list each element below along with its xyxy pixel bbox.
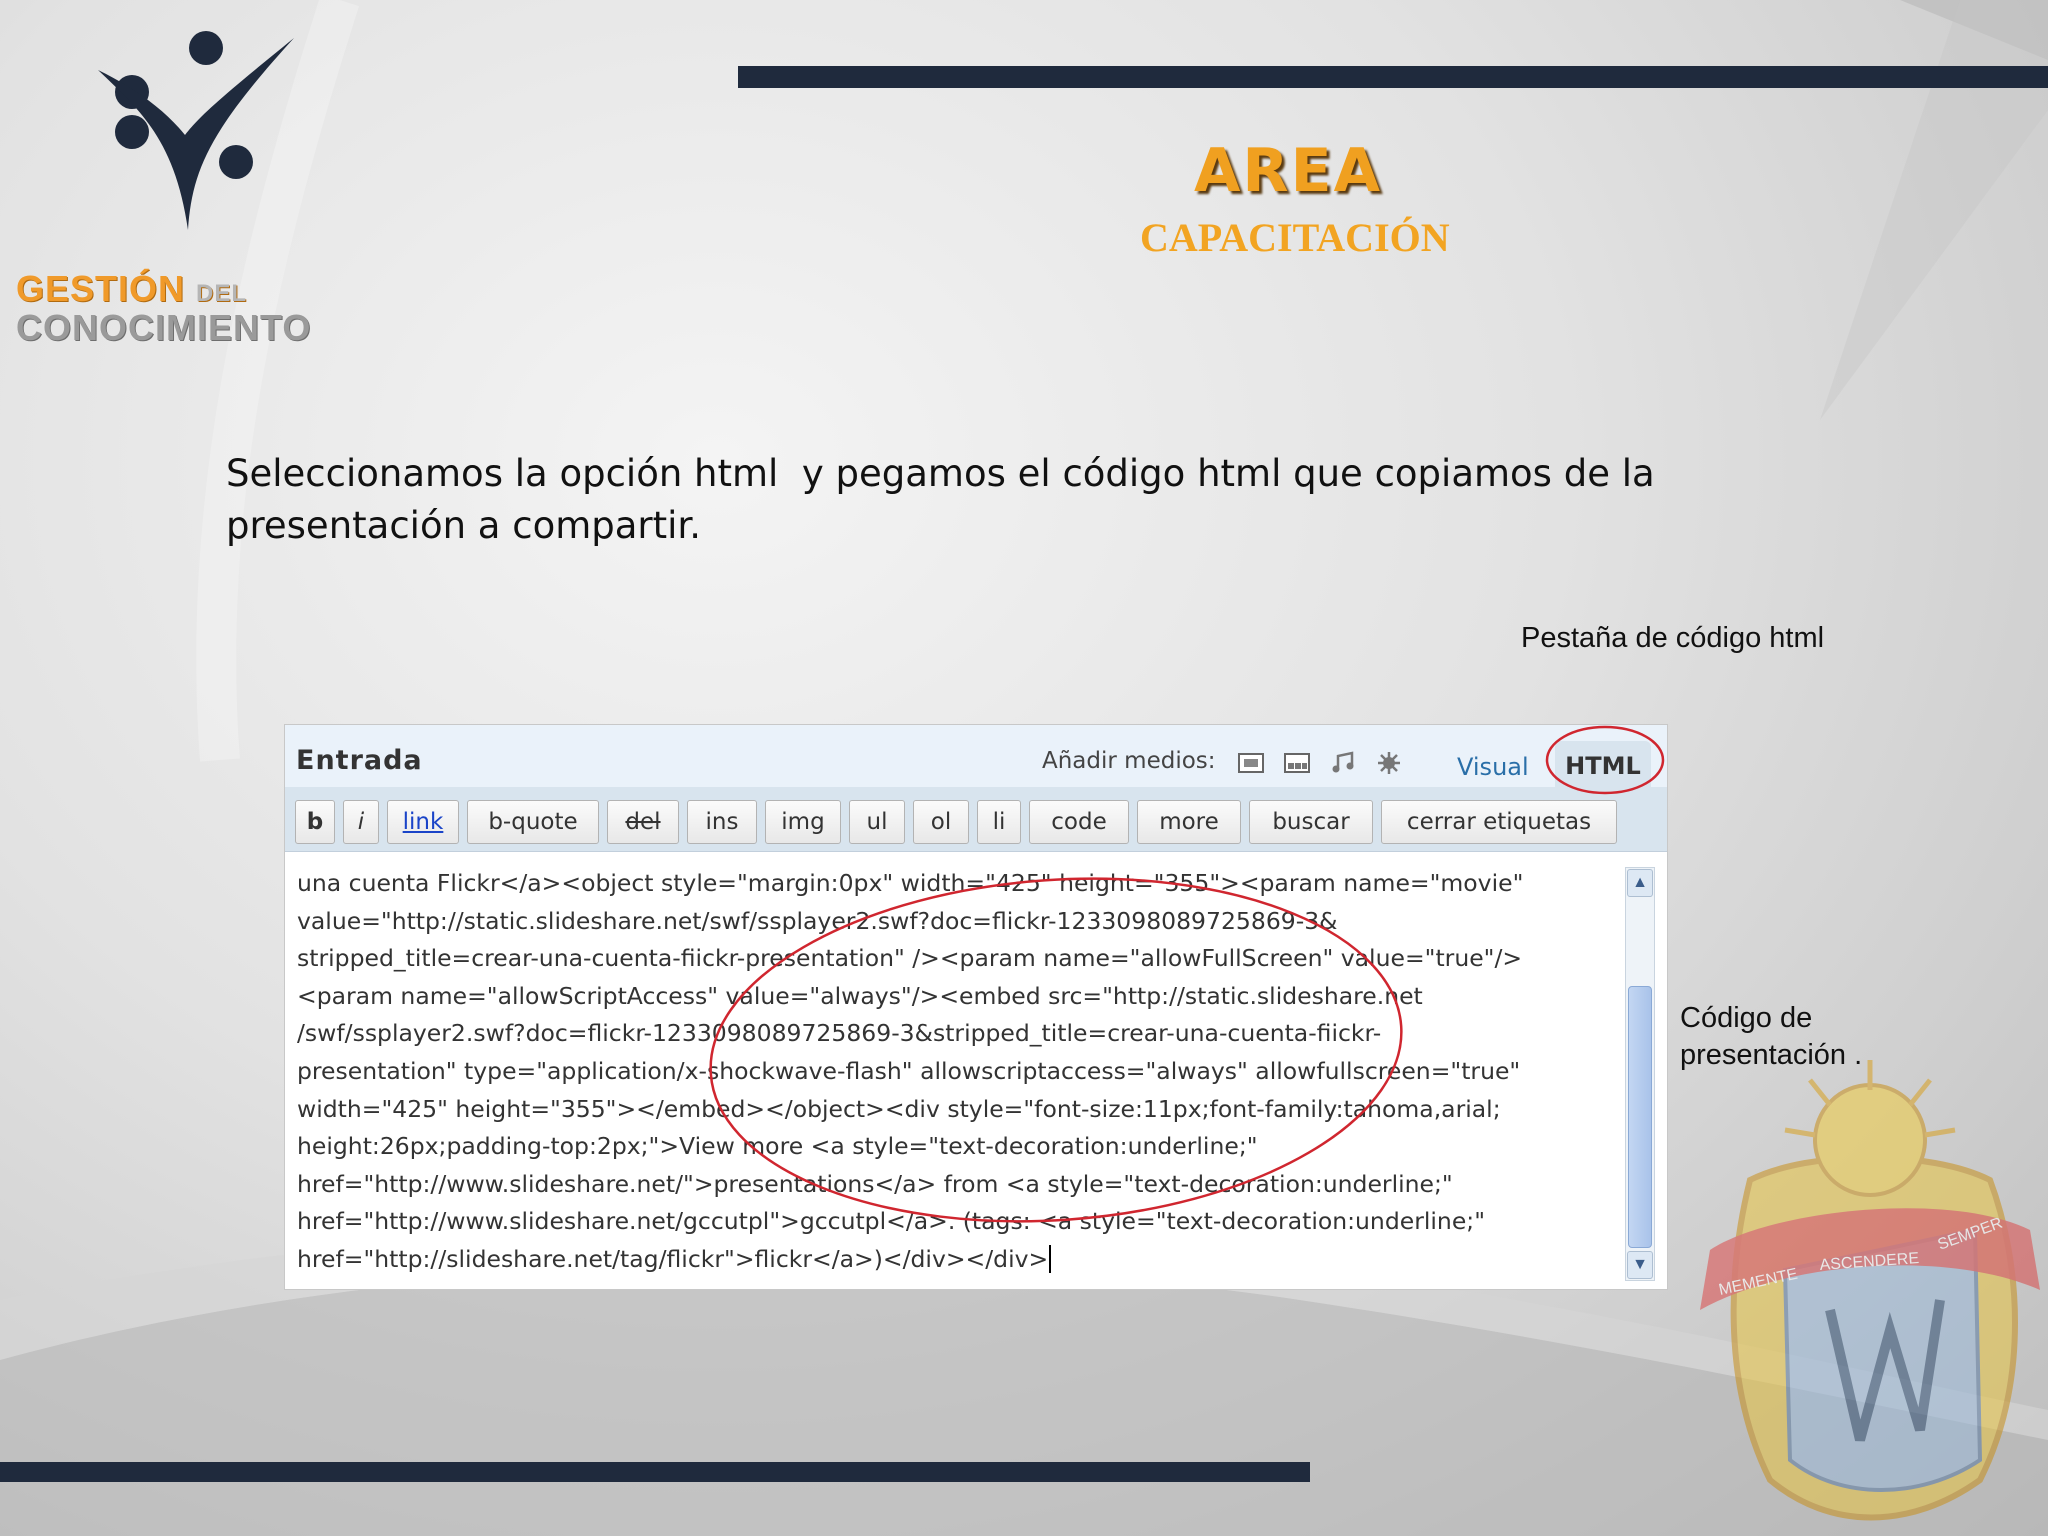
quicktags-toolbar: b i link b-quote del ins img ul ol li co… (285, 787, 1667, 852)
logo-line2: CONOCIMIENTO (16, 307, 312, 348)
logo-line1-small: DEL (196, 280, 248, 307)
code-line-last: href="http://slideshare.net/tag/flickr">… (297, 1244, 1049, 1273)
code-line: presentation" type="application/x-shockw… (297, 1056, 1521, 1085)
footer-divider-bar (0, 1462, 1310, 1482)
instruction-line-2: presentación a compartir. (226, 504, 701, 547)
blockquote-button[interactable]: b-quote (467, 800, 599, 844)
html-tab-callout: Pestaña de código html (1521, 622, 1825, 654)
search-button[interactable]: buscar (1249, 800, 1373, 844)
bold-button[interactable]: b (295, 800, 335, 844)
scroll-up-icon[interactable]: ▲ (1627, 869, 1653, 897)
area-title: AREA (1193, 136, 1383, 206)
logo-line1: GESTIÓN (16, 268, 186, 309)
code-line: value="http://static.slideshare.net/swf/… (297, 906, 1338, 935)
code-line: height:26px;padding-top:2px;">View more … (297, 1132, 1258, 1161)
post-editor: Entrada Añadir medios: Visual HTML b i l… (284, 724, 1668, 1290)
editor-title: Entrada (296, 745, 423, 776)
add-media-icon[interactable] (1375, 751, 1403, 775)
code-line: width="425" height="355"></embed></objec… (297, 1094, 1501, 1123)
ins-button[interactable]: ins (687, 800, 757, 844)
scroll-thumb[interactable] (1628, 986, 1652, 1248)
link-button[interactable]: link (387, 800, 459, 844)
code-line: <param name="allowScriptAccess" value="a… (297, 981, 1423, 1010)
tab-visual[interactable]: Visual (1457, 753, 1529, 781)
ul-button[interactable]: ul (849, 800, 905, 844)
header-divider-bar (738, 66, 2048, 88)
add-video-icon[interactable] (1283, 751, 1311, 775)
code-button[interactable]: code (1029, 800, 1129, 844)
editor-header: Entrada Añadir medios: Visual HTML (285, 725, 1667, 788)
li-button[interactable]: li (977, 800, 1021, 844)
instruction-text: Seleccionamos la opción html y pegamos e… (226, 448, 1726, 552)
text-cursor (1049, 1244, 1052, 1273)
code-line: stripped_title=crear-una-cuenta-fiickr-p… (297, 944, 1523, 973)
img-button[interactable]: img (765, 800, 841, 844)
add-media-label: Añadir medios: (1042, 748, 1216, 774)
add-audio-icon[interactable] (1329, 751, 1357, 775)
code-callout-line-1: Código de (1680, 1002, 1813, 1034)
tab-html[interactable]: HTML (1555, 741, 1651, 787)
code-line: href="http://www.slideshare.net/gccutpl"… (297, 1207, 1486, 1236)
code-line: href="http://slideshare.net/tag/flickr">… (297, 1241, 1597, 1279)
university-emblem-icon: MEMENTE ASCENDERE SEMPER (1700, 1060, 2040, 1521)
logo-wordmark: GESTIÓN DEL CONOCIMIENTO (16, 271, 312, 348)
editor-scrollbar[interactable]: ▲ ▼ (1625, 867, 1655, 1281)
code-line: /swf/ssplayer2.swf?doc=flickr-1233098089… (297, 1019, 1382, 1048)
close-tags-button[interactable]: cerrar etiquetas (1381, 800, 1617, 844)
italic-button[interactable]: i (343, 800, 379, 844)
area-subtitle: CAPACITACIÓN (1140, 215, 1450, 260)
add-image-icon[interactable] (1237, 751, 1265, 775)
instruction-line-1: Seleccionamos la opción html y pegamos e… (226, 452, 1655, 495)
gestion-logo-icon (98, 31, 294, 230)
scroll-down-icon[interactable]: ▼ (1627, 1251, 1653, 1279)
code-line: una cuenta Flickr</a><object style="marg… (297, 869, 1524, 897)
ol-button[interactable]: ol (913, 800, 969, 844)
del-button[interactable]: del (607, 800, 679, 844)
more-button[interactable]: more (1137, 800, 1241, 844)
code-line: href="http://www.slideshare.net/">presen… (297, 1169, 1453, 1198)
html-code-textarea[interactable]: una cuenta Flickr</a><object style="marg… (297, 865, 1597, 1279)
